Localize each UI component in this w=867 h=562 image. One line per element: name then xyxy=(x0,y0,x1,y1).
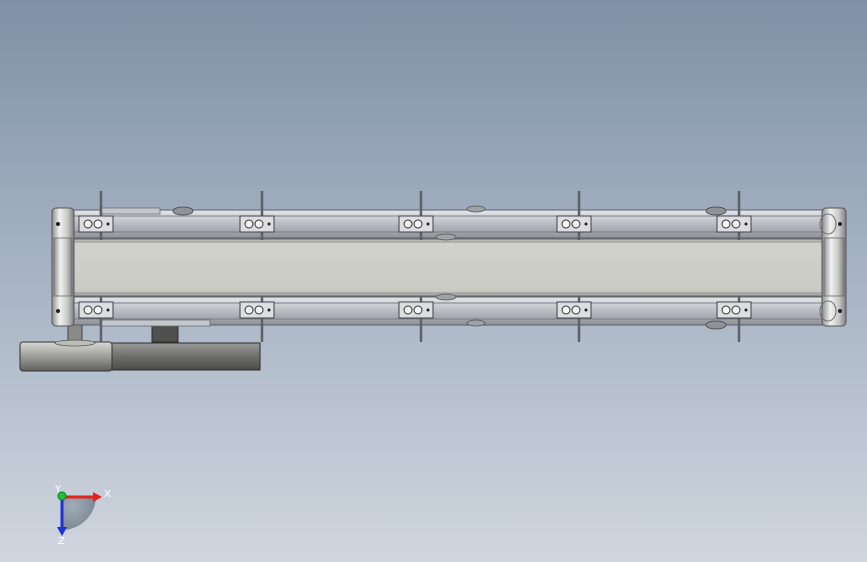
conveyor-model-view[interactable]: X Y Z xyxy=(0,0,867,562)
x-axis-label: X xyxy=(104,489,111,500)
lower-guide-plate xyxy=(99,319,211,327)
motor-flange-disc xyxy=(19,341,113,372)
left-end-roller xyxy=(51,207,75,327)
bracket-pin xyxy=(744,308,748,312)
bracket-bolt xyxy=(413,305,423,315)
motor-hub xyxy=(54,339,96,347)
conveyor-belt xyxy=(71,238,825,297)
bracket-bolt xyxy=(83,219,93,229)
bracket-bolt xyxy=(244,219,254,229)
bracket-bolt xyxy=(721,219,731,229)
bracket-pin xyxy=(584,222,588,226)
idler-wheel xyxy=(435,233,457,241)
bracket-pin xyxy=(106,308,110,312)
idler-wheel xyxy=(435,293,457,301)
y-axis-label: Y xyxy=(54,484,62,495)
coordinate-triad[interactable]: X Y Z xyxy=(54,484,111,547)
bracket-bolt xyxy=(731,305,741,315)
upper-guide-plate xyxy=(99,207,161,215)
bracket-bolt xyxy=(403,219,413,229)
bracket-bolt xyxy=(83,305,93,315)
graphics-viewport[interactable]: X Y Z xyxy=(0,0,867,562)
z-axis-label: Z xyxy=(58,536,65,547)
bracket-bolt xyxy=(561,305,571,315)
bracket-bolt xyxy=(254,305,264,315)
bracket-pin xyxy=(267,222,271,226)
bracket-bolt xyxy=(721,305,731,315)
idler-wheel xyxy=(705,320,727,330)
bracket-bolt xyxy=(571,219,581,229)
bracket-pin xyxy=(744,222,748,226)
bracket-pin xyxy=(426,308,430,312)
bracket-bolt xyxy=(413,219,423,229)
bracket-bolt xyxy=(571,305,581,315)
bracket-bolt xyxy=(254,219,264,229)
idler-wheel xyxy=(466,205,486,213)
bracket-bolt xyxy=(244,305,254,315)
bracket-bolt xyxy=(93,305,103,315)
idler-wheel xyxy=(705,206,727,216)
bracket-pin xyxy=(267,308,271,312)
bracket-bolt xyxy=(93,219,103,229)
motor-body xyxy=(109,342,261,371)
bracket-pin xyxy=(584,308,588,312)
bracket-pin xyxy=(426,222,430,226)
drive-motor[interactable] xyxy=(19,321,261,372)
triad-shading xyxy=(62,496,96,530)
bracket-bolt xyxy=(561,219,571,229)
bracket-bolt xyxy=(403,305,413,315)
bracket-bolt xyxy=(731,219,741,229)
right-end-roller xyxy=(819,207,847,327)
idler-wheel xyxy=(466,319,486,327)
idler-wheel xyxy=(172,206,194,216)
x-axis-arrowhead xyxy=(93,492,102,502)
z-axis-arrowhead xyxy=(57,527,67,536)
bracket-pin xyxy=(106,222,110,226)
